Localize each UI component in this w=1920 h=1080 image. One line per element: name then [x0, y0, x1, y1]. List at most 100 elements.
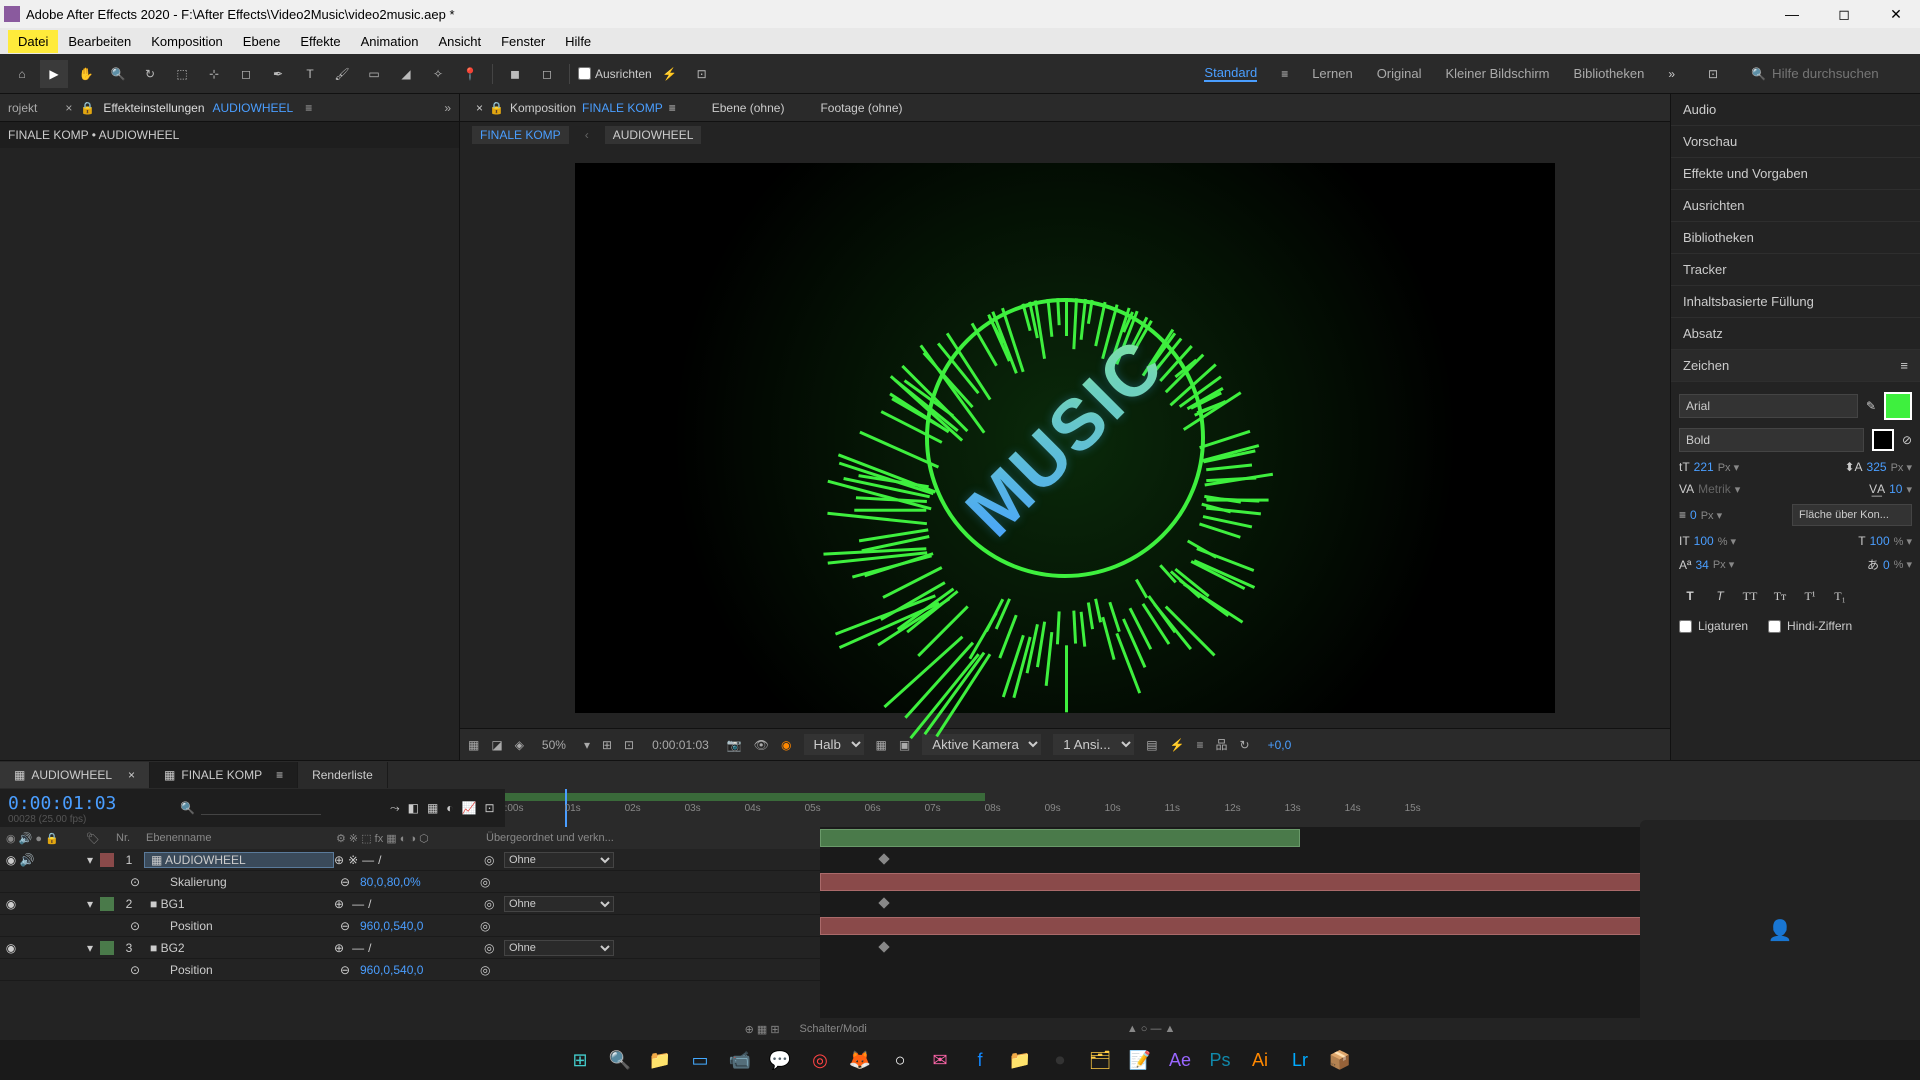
pen-tool[interactable]: ✒ — [264, 60, 292, 88]
menu-hilfe[interactable]: Hilfe — [555, 30, 601, 53]
composition-tab[interactable]: × 🔒 Komposition FINALE KOMP ≡ — [468, 97, 684, 119]
taskbar-app-12[interactable]: ⏺ — [1044, 1044, 1076, 1076]
taskbar-app-6[interactable]: ◎ — [804, 1044, 836, 1076]
property-row[interactable]: ⊙ Skalierung ⊖ 80,0,80,0% ◎ — [0, 871, 820, 893]
vscale-value[interactable]: 100 — [1694, 534, 1714, 548]
resolution-icon[interactable]: ⊞ — [602, 738, 612, 752]
taskbar-app-0[interactable]: ⊞ — [564, 1044, 596, 1076]
layer-row[interactable]: ◉🔊 ▾ 1 ▦ AUDIOWHEEL ⊕※—/ ◎ Ohne — [0, 849, 820, 871]
taskbar-app-9[interactable]: ✉ — [924, 1044, 956, 1076]
ligatures-checkbox[interactable] — [1679, 620, 1692, 633]
timeline-icon[interactable]: ≡ — [1196, 738, 1203, 752]
zoom-tool[interactable]: 🔍 — [104, 60, 132, 88]
puppet-tool[interactable]: 📍 — [456, 60, 484, 88]
timeline-tab-render[interactable]: Renderliste — [298, 762, 388, 788]
baseline-value[interactable]: 34 — [1695, 558, 1708, 572]
menu-ebene[interactable]: Ebene — [233, 30, 291, 53]
eyedropper-icon[interactable]: ✎ — [1866, 399, 1876, 413]
panel-menu-icon[interactable]: ≡ — [669, 101, 676, 115]
menu-fenster[interactable]: Fenster — [491, 30, 555, 53]
font-size[interactable]: 221 — [1694, 460, 1714, 474]
menu-bearbeiten[interactable]: Bearbeiten — [58, 30, 141, 53]
viewer[interactable]: MUSIC — [460, 148, 1670, 728]
motion-blur-icon[interactable]: ◐ — [446, 801, 453, 815]
share-button[interactable]: ⊡ — [1699, 60, 1727, 88]
panel-menu-icon[interactable]: ≡ — [1900, 358, 1908, 373]
lock-icon[interactable]: 🔒 — [80, 101, 95, 115]
superscript-button[interactable]: T¹ — [1799, 585, 1821, 607]
hand-tool[interactable]: ✋ — [72, 60, 100, 88]
taskbar-app-2[interactable]: 📁 — [644, 1044, 676, 1076]
panel-menu-icon[interactable]: ≡ — [305, 101, 312, 115]
show-snapshot-icon[interactable]: 👁 — [754, 738, 769, 752]
roto-tool[interactable]: ✧ — [424, 60, 452, 88]
timecode[interactable]: 0:00:01:03 — [8, 793, 172, 814]
panel-tracker[interactable]: Tracker — [1671, 254, 1920, 286]
timeline-tab-audiowheel[interactable]: ▦AUDIOWHEEL× — [0, 762, 150, 788]
taskbar-app-1[interactable]: 🔍 — [604, 1044, 636, 1076]
region-icon[interactable]: ▣ — [899, 738, 910, 752]
mask-icon[interactable]: ◪ — [491, 738, 502, 752]
menu-datei[interactable]: Datei — [8, 30, 58, 53]
hscale-value[interactable]: 100 — [1870, 534, 1890, 548]
smallcaps-button[interactable]: Tᴛ — [1769, 585, 1791, 607]
footage-tab[interactable]: Footage (ohne) — [812, 97, 910, 119]
minimize-button[interactable]: — — [1772, 2, 1812, 26]
stroke-swatch[interactable] — [1872, 429, 1894, 451]
effect-settings-label[interactable]: Effekteinstellungen — [103, 101, 204, 115]
stroke-icon[interactable]: ◻ — [533, 60, 561, 88]
exposure-value[interactable]: +0,0 — [1262, 736, 1298, 754]
no-color-icon[interactable]: ⊘ — [1902, 433, 1912, 447]
fill-over-select[interactable]: Fläche über Kon... — [1792, 504, 1912, 526]
taskbar-app-4[interactable]: 📹 — [724, 1044, 756, 1076]
camera-select[interactable]: Aktive Kamera — [922, 734, 1041, 755]
views-select[interactable]: 1 Ansi... — [1053, 734, 1134, 755]
layer-row[interactable]: ◉ ▾ 2 ■ BG1 ⊕—/ ◎ Ohne — [0, 893, 820, 915]
workspace-kleiner[interactable]: Kleiner Bildschirm — [1445, 66, 1549, 81]
property-row[interactable]: ⊙ Position ⊖ 960,0,540,0 ◎ — [0, 915, 820, 937]
snap-option[interactable]: ⊡ — [688, 60, 716, 88]
taskbar-app-8[interactable]: ○ — [884, 1044, 916, 1076]
switches-modes-label[interactable]: Schalter/Modi — [800, 1023, 867, 1035]
ausrichten-checkbox[interactable] — [578, 67, 591, 80]
breadcrumb-child[interactable]: AUDIOWHEEL — [605, 126, 702, 144]
caps-button[interactable]: TT — [1739, 585, 1761, 607]
expand-icon[interactable]: » — [444, 101, 451, 115]
timeline-tab-finale[interactable]: ▦FINALE KOMP≡ — [150, 762, 298, 788]
weight-select[interactable]: Bold — [1679, 428, 1864, 452]
resolution-select[interactable]: Halb — [804, 734, 864, 755]
breadcrumb-root[interactable]: FINALE KOMP — [472, 126, 569, 144]
taskbar-app-10[interactable]: f — [964, 1044, 996, 1076]
italic-button[interactable]: T — [1709, 585, 1731, 607]
fill-icon[interactable]: ◼ — [501, 60, 529, 88]
grid-icon[interactable]: ▦ — [468, 738, 479, 752]
taskbar-app-11[interactable]: 📁 — [1004, 1044, 1036, 1076]
workspace-bibliotheken[interactable]: Bibliotheken — [1574, 66, 1645, 81]
snapshot-icon[interactable]: 📷 — [727, 738, 742, 752]
color-icon[interactable]: ◉ — [781, 738, 791, 752]
taskbar-app-5[interactable]: 💬 — [764, 1044, 796, 1076]
close-button[interactable]: ✕ — [1876, 2, 1916, 26]
channel-icon[interactable]: ◈ — [515, 738, 524, 752]
menu-animation[interactable]: Animation — [351, 30, 429, 53]
anchor-tool[interactable]: ⊹ — [200, 60, 228, 88]
selection-tool[interactable]: ▶ — [40, 60, 68, 88]
taskbar-app-19[interactable]: 📦 — [1324, 1044, 1356, 1076]
taskbar-app-7[interactable]: 🦊 — [844, 1044, 876, 1076]
panel-effekte[interactable]: Effekte und Vorgaben — [1671, 158, 1920, 190]
workspace-menu-icon[interactable]: ≡ — [1281, 67, 1288, 81]
subscript-button[interactable]: T₁ — [1829, 585, 1851, 607]
tsume-value[interactable]: 0 — [1883, 558, 1890, 572]
panel-zeichen[interactable]: Zeichen ≡ — [1671, 350, 1920, 382]
layer-tab[interactable]: Ebene (ohne) — [704, 97, 793, 119]
taskbar-app-17[interactable]: Ai — [1244, 1044, 1276, 1076]
panel-inhalt[interactable]: Inhaltsbasierte Füllung — [1671, 286, 1920, 318]
menu-effekte[interactable]: Effekte — [290, 30, 350, 53]
taskbar-app-15[interactable]: Ae — [1164, 1044, 1196, 1076]
maximize-button[interactable]: ◻ — [1824, 2, 1864, 26]
zoom-value[interactable]: 50% — [536, 736, 572, 754]
brush-tool[interactable]: 🖌 — [328, 60, 356, 88]
camera-tool[interactable]: ⬚ — [168, 60, 196, 88]
workspace-standard[interactable]: Standard — [1204, 65, 1257, 82]
menu-komposition[interactable]: Komposition — [141, 30, 233, 53]
